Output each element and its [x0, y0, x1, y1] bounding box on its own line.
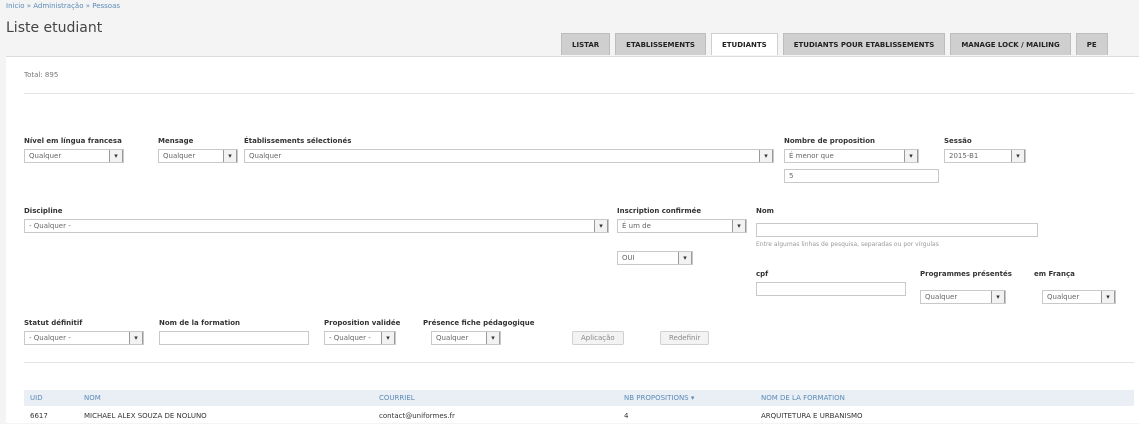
tab-etudiants[interactable]: ETUDIANTS — [710, 33, 778, 55]
chevron-down-icon: ▾ — [486, 332, 500, 344]
filter-label-cpf: cpf — [756, 270, 769, 278]
column-header-nb-propositions[interactable]: NB PROPOSITIONS ▾ — [624, 394, 694, 402]
column-header-uid[interactable]: UID — [30, 394, 43, 402]
chevron-down-icon: ▾ — [109, 150, 123, 162]
header-bar: Inicio » Administração » Pessoas Liste e… — [0, 0, 1139, 58]
column-header-nom-formation[interactable]: NOM DE LA FORMATION — [761, 394, 845, 402]
nom-hint: Entre algumas linhas de pesquisa, separa… — [756, 241, 939, 248]
filter-label-discipline: Discipline — [24, 207, 63, 215]
filter-label-nom: Nom — [756, 207, 774, 215]
input-nombre-value[interactable]: 5 — [784, 169, 939, 183]
chevron-down-icon: ▾ — [1011, 150, 1025, 162]
input-nom-formation[interactable] — [159, 331, 309, 345]
select-inscription-value[interactable]: OUI ▾ — [617, 251, 693, 265]
select-nombre-operator[interactable]: É menor que ▾ — [784, 149, 919, 163]
select-session[interactable]: 2015-B1 ▾ — [944, 149, 1026, 163]
input-cpf[interactable] — [756, 282, 906, 296]
tab-bar: LISTAR ETABLISSEMENTS ETUDIANTS ETUDIANT… — [561, 33, 1108, 55]
total-count: Total: 895 — [24, 71, 59, 79]
cell-nb-propositions: 4 — [624, 412, 629, 420]
chevron-down-icon: ▾ — [381, 332, 395, 344]
reset-button[interactable]: Redefinir — [660, 331, 710, 345]
select-nivel[interactable]: Qualquer ▾ — [24, 149, 124, 163]
chevron-down-icon: ▾ — [129, 332, 143, 344]
select-programmes[interactable]: Qualquer ▾ — [920, 290, 1006, 304]
tab-etablissements[interactable]: ETABLISSEMENTS — [615, 33, 706, 55]
select-inscription-operator[interactable]: É um de ▾ — [617, 219, 747, 233]
chevron-down-icon: ▾ — [1101, 291, 1115, 303]
tab-manage-lock-mailing[interactable]: MANAGE LOCK / MAILING — [950, 33, 1071, 55]
tab-pe[interactable]: PE — [1075, 33, 1108, 55]
tab-listar[interactable]: LISTAR — [561, 33, 611, 55]
table-header: UID NOM COURRIEL NB PROPOSITIONS ▾ NOM D… — [24, 390, 1134, 406]
chevron-down-icon: ▾ — [594, 220, 608, 232]
input-nom[interactable] — [756, 223, 1038, 237]
cell-nom-formation: ARQUITETURA E URBANISMO — [761, 412, 863, 420]
chevron-down-icon: ▾ — [732, 220, 746, 232]
tab-etudiants-pour-etablissements[interactable]: ETUDIANTS POUR ETABLISSEMENTS — [782, 33, 946, 55]
filter-label-statut: Statut définitif — [24, 319, 83, 327]
filter-label-en-france: em França — [1034, 270, 1075, 278]
page-title: Liste etudiant — [6, 20, 103, 36]
select-etablissements[interactable]: Qualquer ▾ — [244, 149, 774, 163]
cell-nom[interactable]: MICHAEL ALEX SOUZA DE NOLUNO — [84, 412, 207, 420]
divider — [24, 362, 1134, 363]
filter-label-programmes: Programmes présentés — [920, 270, 1012, 278]
chevron-down-icon: ▾ — [904, 150, 918, 162]
main-content: Total: 895 Nível em língua francesa Qual… — [6, 56, 1139, 423]
filter-label-nombre: Nombre de proposition — [784, 137, 875, 145]
filter-label-nom-formation: Nom de la formation — [159, 319, 241, 327]
select-statut[interactable]: - Qualquer - ▾ — [24, 331, 144, 345]
column-header-courriel[interactable]: COURRIEL — [379, 394, 415, 402]
filter-label-presence: Présence fiche pédagogique — [423, 319, 535, 327]
chevron-down-icon: ▾ — [678, 252, 692, 264]
chevron-down-icon: ▾ — [759, 150, 773, 162]
select-proposition[interactable]: - Qualquer - ▾ — [324, 331, 396, 345]
chevron-down-icon: ▾ — [991, 291, 1005, 303]
divider — [24, 93, 1134, 94]
apply-button[interactable]: Aplicação — [572, 331, 624, 345]
select-presence[interactable]: Qualquer ▾ — [431, 331, 501, 345]
filter-label-mensage: Mensage — [158, 137, 194, 145]
table-row[interactable]: 6617 MICHAEL ALEX SOUZA DE NOLUNO contac… — [24, 410, 1134, 424]
filter-label-inscription: Inscription confirmée — [617, 207, 702, 215]
select-en-france[interactable]: Qualquer ▾ — [1042, 290, 1116, 304]
breadcrumb[interactable]: Inicio » Administração » Pessoas — [6, 2, 120, 10]
select-discipline[interactable]: - Qualquer - ▾ — [24, 219, 609, 233]
filter-label-session: Sessão — [944, 137, 972, 145]
column-header-nom[interactable]: NOM — [84, 394, 101, 402]
filter-label-nivel: Nível em língua francesa — [24, 137, 122, 145]
filter-label-etablissements: Établissements sélectionés — [244, 137, 352, 145]
chevron-down-icon: ▾ — [223, 150, 237, 162]
filter-label-proposition: Proposition validée — [324, 319, 401, 327]
select-mensage[interactable]: Qualquer ▾ — [158, 149, 238, 163]
cell-courriel: contact@uniformes.fr — [379, 412, 455, 420]
cell-uid: 6617 — [30, 412, 48, 420]
